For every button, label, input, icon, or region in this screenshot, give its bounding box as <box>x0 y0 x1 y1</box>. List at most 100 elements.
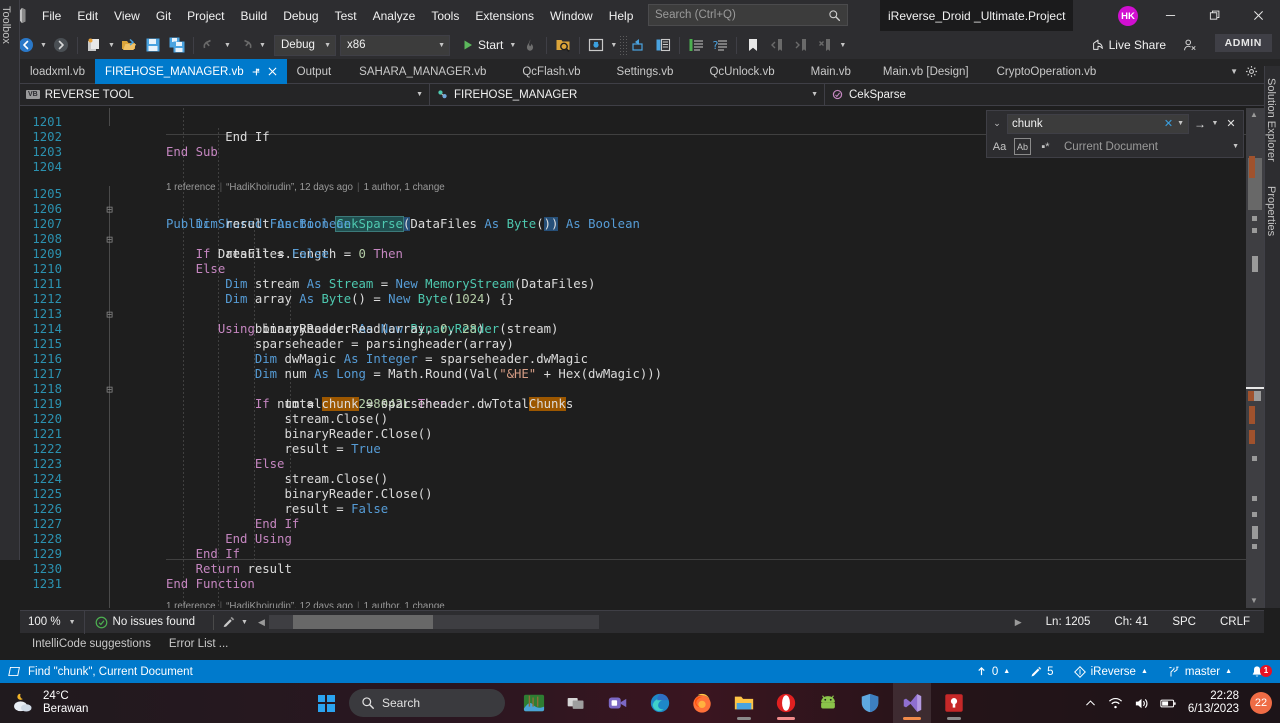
taskbar-app-teams[interactable] <box>599 683 637 723</box>
task-view-button[interactable] <box>557 683 595 723</box>
configuration-combo[interactable]: Debug ▼ <box>274 34 336 56</box>
find-scope[interactable]: Current Document <box>1060 141 1226 153</box>
live-preview-dropdown-icon[interactable]: ▼ <box>608 33 619 57</box>
avatar[interactable]: HK <box>1118 6 1138 26</box>
tab-intellicode-suggestions[interactable]: IntelliCode suggestions <box>32 638 151 650</box>
spaces-indicator[interactable]: SPC <box>1160 616 1208 628</box>
editor-vertical-scrollbar[interactable]: ▲ ▼ <box>1246 108 1264 608</box>
volume-icon[interactable] <box>1134 696 1149 711</box>
code-line[interactable]: 1222 Else <box>20 427 1246 471</box>
match-whole-word-icon[interactable]: Ab <box>1014 138 1031 156</box>
code-line[interactable]: 1205 ⊟ Public Shared Function CekSparse(… <box>20 172 1246 233</box>
code-line[interactable]: 1207 ⊟ If DataFiles.Length = 0 Then <box>20 202 1246 261</box>
hscroll-thumb[interactable] <box>292 615 433 629</box>
find-input[interactable]: chunk ✕ ▼ <box>1007 113 1189 134</box>
code-line[interactable]: 1220 binaryReader.Close() <box>20 397 1246 441</box>
code-line[interactable]: 1212 ⊟ Using binaryReader As New BinaryR… <box>20 277 1246 336</box>
tab-main[interactable]: Main.vb <box>793 59 869 84</box>
match-case-icon[interactable]: Aa <box>991 138 1008 155</box>
weather-widget[interactable]: 24°C Berawan <box>0 690 88 716</box>
tab-cryptooperation[interactable]: CryptoOperation.vb <box>983 59 1111 84</box>
project-selector[interactable]: VB REVERSE TOOL ▼ <box>20 84 430 105</box>
new-project-icon[interactable] <box>82 33 106 57</box>
quick-launch-search[interactable]: Search (Ctrl+Q) <box>648 4 848 26</box>
clock[interactable]: 22:28 6/13/2023 <box>1188 690 1239 716</box>
open-file-icon[interactable] <box>117 33 141 57</box>
find-scope-dropdown-icon[interactable]: ▼ <box>1232 143 1239 150</box>
window-layout-icon[interactable] <box>651 33 675 57</box>
taskbar-app-visual-studio[interactable] <box>893 683 931 723</box>
scroll-left-icon[interactable]: ◀ <box>258 617 269 628</box>
tab-qcflash[interactable]: QcFlash.vb <box>504 59 598 84</box>
find-widget[interactable]: ⌄ chunk ✕ ▼ → ▼ ✕ Aa Ab ▪* Current Docum… <box>986 110 1244 158</box>
start-button[interactable] <box>307 683 345 723</box>
menu-item-tools[interactable]: Tools <box>423 0 467 31</box>
tab-sahara-manager[interactable]: SAHARA_MANAGER.vb <box>341 59 504 84</box>
menu-item-analyze[interactable]: Analyze <box>365 0 424 31</box>
menu-item-view[interactable]: View <box>106 0 148 31</box>
close-tab-icon[interactable] <box>268 67 277 76</box>
comment-lines-icon[interactable] <box>684 33 708 57</box>
toolbox-rail[interactable]: Toolbox <box>0 0 20 560</box>
tab-qcunlock[interactable]: QcUnlock.vb <box>691 59 792 84</box>
menu-item-build[interactable]: Build <box>233 0 276 31</box>
live-preview-icon[interactable] <box>584 33 608 57</box>
code-line[interactable]: 1229 Return result <box>20 532 1246 576</box>
uncomment-lines-icon[interactable]: ? <box>708 33 732 57</box>
find-next-icon[interactable]: → <box>1191 117 1209 131</box>
toolbar-overflow-icon[interactable]: ▼ <box>837 33 848 57</box>
tray-notification-badge[interactable]: 22 <box>1250 692 1272 714</box>
find-next-dropdown-icon[interactable]: ▼ <box>1209 120 1221 127</box>
code-line[interactable]: 1221 result = True <box>20 412 1246 456</box>
tab-overflow-icon[interactable]: ▼ <box>1225 67 1243 76</box>
code-line[interactable]: 1217 ⊟ If num = 64108298042L Then <box>20 352 1246 411</box>
code-line[interactable]: 1206 Dim result As Boolean <box>20 187 1246 231</box>
code-line[interactable]: 1227 End Using <box>20 502 1246 546</box>
menu-item-edit[interactable]: Edit <box>69 0 106 31</box>
taskbar-app-android-studio[interactable] <box>809 683 847 723</box>
scroll-up-icon[interactable]: ▲ <box>1250 110 1258 119</box>
toolbar-grip[interactable] <box>619 35 628 55</box>
live-share-button[interactable]: Live Share <box>1085 33 1172 57</box>
taskbar-app-security[interactable] <box>851 683 889 723</box>
restore-button[interactable] <box>1192 0 1236 31</box>
branch-selector[interactable]: master ▲ <box>1160 660 1240 683</box>
properties-label[interactable]: Properties <box>1265 180 1277 236</box>
scroll-down-icon[interactable]: ▼ <box>1250 596 1258 605</box>
battery-icon[interactable] <box>1160 697 1177 710</box>
close-button[interactable] <box>1236 0 1280 31</box>
tab-settings[interactable]: Settings.vb <box>599 59 692 84</box>
taskbar-app-opera[interactable] <box>767 683 805 723</box>
taskbar-app-flash-tool[interactable] <box>935 683 973 723</box>
tab-loadxml[interactable]: loadxml.vb <box>20 59 95 84</box>
code-line[interactable]: 1209 Else <box>20 232 1246 276</box>
code-line[interactable]: 1233 <box>20 606 1246 608</box>
code-line[interactable]: 1216 Dim num As Long = Math.Round(Val("&… <box>20 337 1246 381</box>
code-line[interactable]: 1219 stream.Close() <box>20 382 1246 426</box>
solution-explorer-label[interactable]: Solution Explorer <box>1265 72 1277 162</box>
class-selector[interactable]: FIREHOSE_MANAGER ▼ <box>430 84 825 105</box>
eol-indicator[interactable]: CRLF <box>1208 616 1264 628</box>
code-line[interactable]: 1226 End If <box>20 487 1246 531</box>
save-icon[interactable] <box>141 33 165 57</box>
hot-reload-icon[interactable] <box>518 33 542 57</box>
save-all-icon[interactable] <box>165 33 189 57</box>
menu-item-file[interactable]: File <box>34 0 69 31</box>
tab-error-list[interactable]: Error List ... <box>169 638 228 650</box>
code-line[interactable]: 1213 binaryReader.Read(array, 0, 28) <box>20 292 1246 336</box>
zoom-selector[interactable]: 100 % ▼ <box>20 610 85 634</box>
code-line[interactable]: 1231 <box>20 562 1246 591</box>
code-line[interactable]: 1230 End Function <box>20 547 1246 591</box>
tab-firehose-manager[interactable]: FIREHOSE_MANAGER.vb <box>94 59 287 84</box>
pen-tool[interactable]: ▼ <box>222 616 258 629</box>
code-line[interactable]: 1223 stream.Close() <box>20 442 1246 486</box>
menu-item-window[interactable]: Window <box>542 0 601 31</box>
code-line[interactable]: 1224 binaryReader.Close() <box>20 457 1246 501</box>
search-history-icon[interactable]: ▼ <box>1177 120 1184 127</box>
clear-search-icon[interactable]: ✕ <box>1160 117 1177 130</box>
code-line[interactable]: 1210 Dim stream As Stream = New MemorySt… <box>20 247 1246 291</box>
expand-replace-icon[interactable]: ⌄ <box>989 118 1005 129</box>
member-selector[interactable]: CekSparse ▼ <box>825 84 1280 105</box>
tab-main-design[interactable]: Main.vb [Design] <box>869 59 983 84</box>
editor-horizontal-scrollbar[interactable] <box>268 615 599 629</box>
